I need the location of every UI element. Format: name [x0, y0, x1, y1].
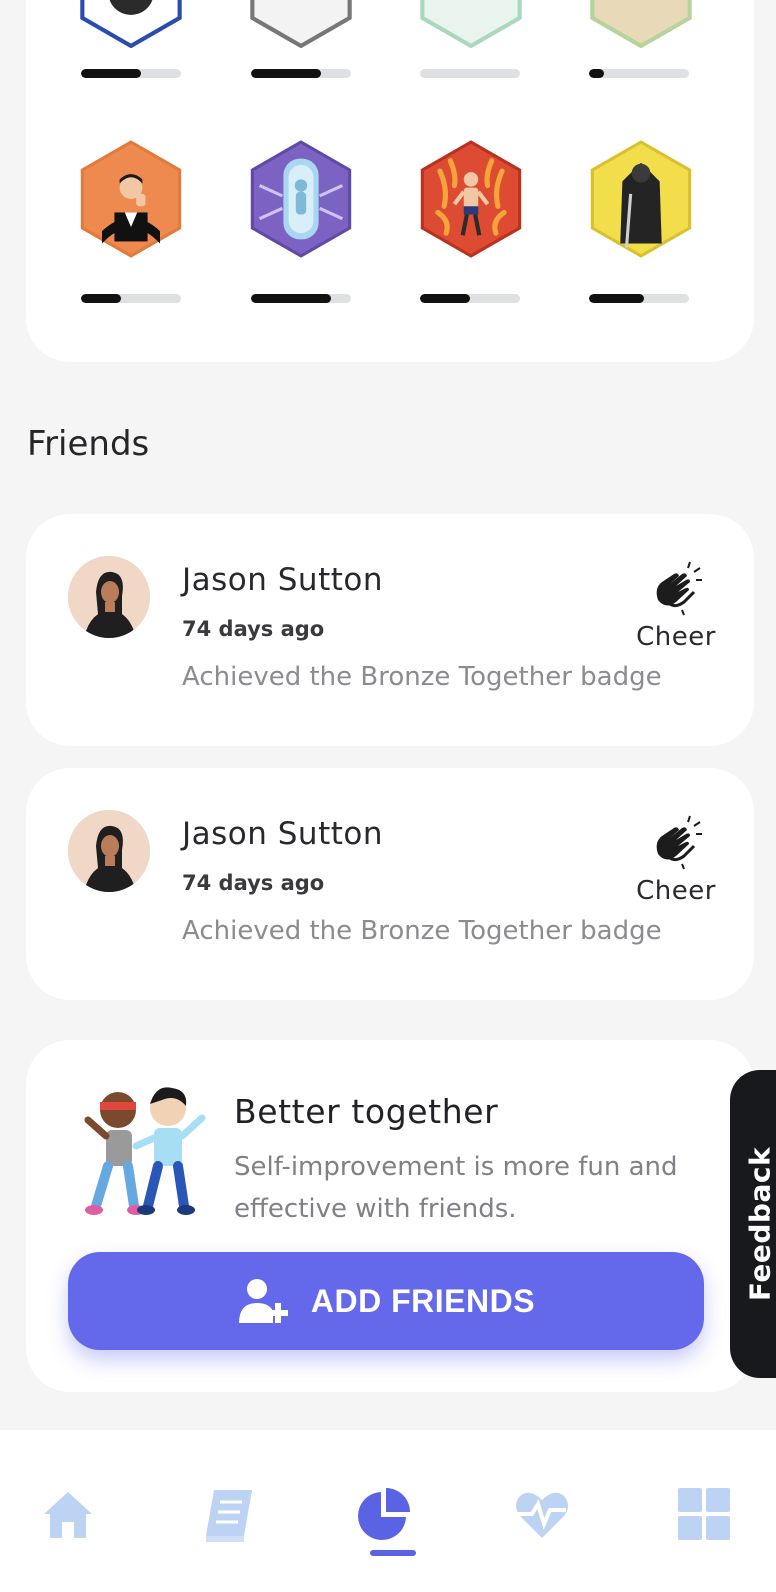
badges-card	[26, 0, 754, 362]
avatar[interactable]	[68, 810, 150, 892]
gentleman-badge-icon	[80, 140, 182, 258]
friends-illustration-icon	[84, 1087, 206, 1215]
badge-progress-bar	[420, 69, 520, 78]
nav-journal[interactable]	[196, 1482, 260, 1546]
badge-cryo[interactable]	[246, 140, 356, 262]
stats-pie-icon	[358, 1488, 410, 1540]
badge-hex-icon	[80, 0, 182, 49]
better-together-title: Better together	[234, 1092, 499, 1131]
activity-description: Achieved the Bronze Together badge	[182, 916, 662, 946]
add-friends-button[interactable]: ADD FRIENDS	[68, 1252, 704, 1350]
badge-gentleman[interactable]	[76, 140, 186, 262]
friends-section-title: Friends	[27, 424, 150, 464]
better-together-description: Self-improvement is more fun and effecti…	[234, 1152, 678, 1224]
cheer-label: Cheer	[636, 622, 716, 652]
badge-top-2[interactable]	[246, 0, 356, 52]
journal-icon	[206, 1490, 252, 1542]
better-together-card: Better together Self-improvement is more…	[26, 1040, 754, 1392]
nav-active-indicator	[370, 1550, 416, 1556]
badge-top-1[interactable]	[76, 0, 186, 52]
badge-fire[interactable]	[416, 140, 526, 262]
add-user-icon	[238, 1279, 288, 1323]
nav-stats[interactable]	[352, 1482, 416, 1546]
badge-progress-bar	[420, 294, 520, 303]
feedback-tab[interactable]: Feedback	[730, 1070, 776, 1378]
feedback-label: Feedback	[743, 1146, 776, 1302]
badge-hex-icon	[590, 0, 692, 49]
cheer-label: Cheer	[636, 876, 716, 906]
cryo-pod-badge-icon	[250, 140, 352, 258]
badge-progress-bar	[589, 69, 689, 78]
nav-health[interactable]	[510, 1482, 574, 1546]
badge-progress-bar	[589, 294, 689, 303]
bottom-navigation	[0, 1430, 776, 1592]
knight-badge-icon	[590, 140, 692, 258]
activity-description: Achieved the Bronze Together badge	[182, 662, 662, 692]
activity-date: 74 days ago	[182, 617, 325, 641]
heart-pulse-icon	[516, 1492, 568, 1538]
cheer-button[interactable]: Cheer	[626, 560, 726, 652]
add-friends-label: ADD FRIENDS	[310, 1282, 536, 1319]
clapping-hands-icon	[656, 815, 702, 870]
badge-top-4[interactable]	[586, 0, 696, 52]
grid-icon	[678, 1488, 730, 1540]
home-icon	[44, 1492, 92, 1538]
nav-home[interactable]	[36, 1482, 100, 1546]
badge-hex-icon	[420, 0, 522, 49]
clapping-hands-icon	[656, 561, 702, 616]
activity-date: 74 days ago	[182, 871, 325, 895]
person-avatar-icon	[68, 810, 150, 892]
badge-progress-bar	[251, 69, 351, 78]
friend-activity-card: Jason Sutton 74 days ago Achieved the Br…	[26, 768, 754, 1000]
fire-warrior-badge-icon	[420, 140, 522, 258]
badge-progress-bar	[81, 69, 181, 78]
badge-hex-icon	[250, 0, 352, 49]
badge-progress-bar	[251, 294, 351, 303]
avatar[interactable]	[68, 556, 150, 638]
cheer-button[interactable]: Cheer	[626, 814, 726, 906]
badge-progress-bar	[81, 294, 181, 303]
person-avatar-icon	[68, 556, 150, 638]
friend-name[interactable]: Jason Sutton	[182, 816, 383, 852]
friend-name[interactable]: Jason Sutton	[182, 562, 383, 598]
badge-knight[interactable]	[586, 140, 696, 262]
nav-more[interactable]	[672, 1482, 736, 1546]
badge-top-3[interactable]	[416, 0, 526, 52]
friend-activity-card: Jason Sutton 74 days ago Achieved the Br…	[26, 514, 754, 746]
